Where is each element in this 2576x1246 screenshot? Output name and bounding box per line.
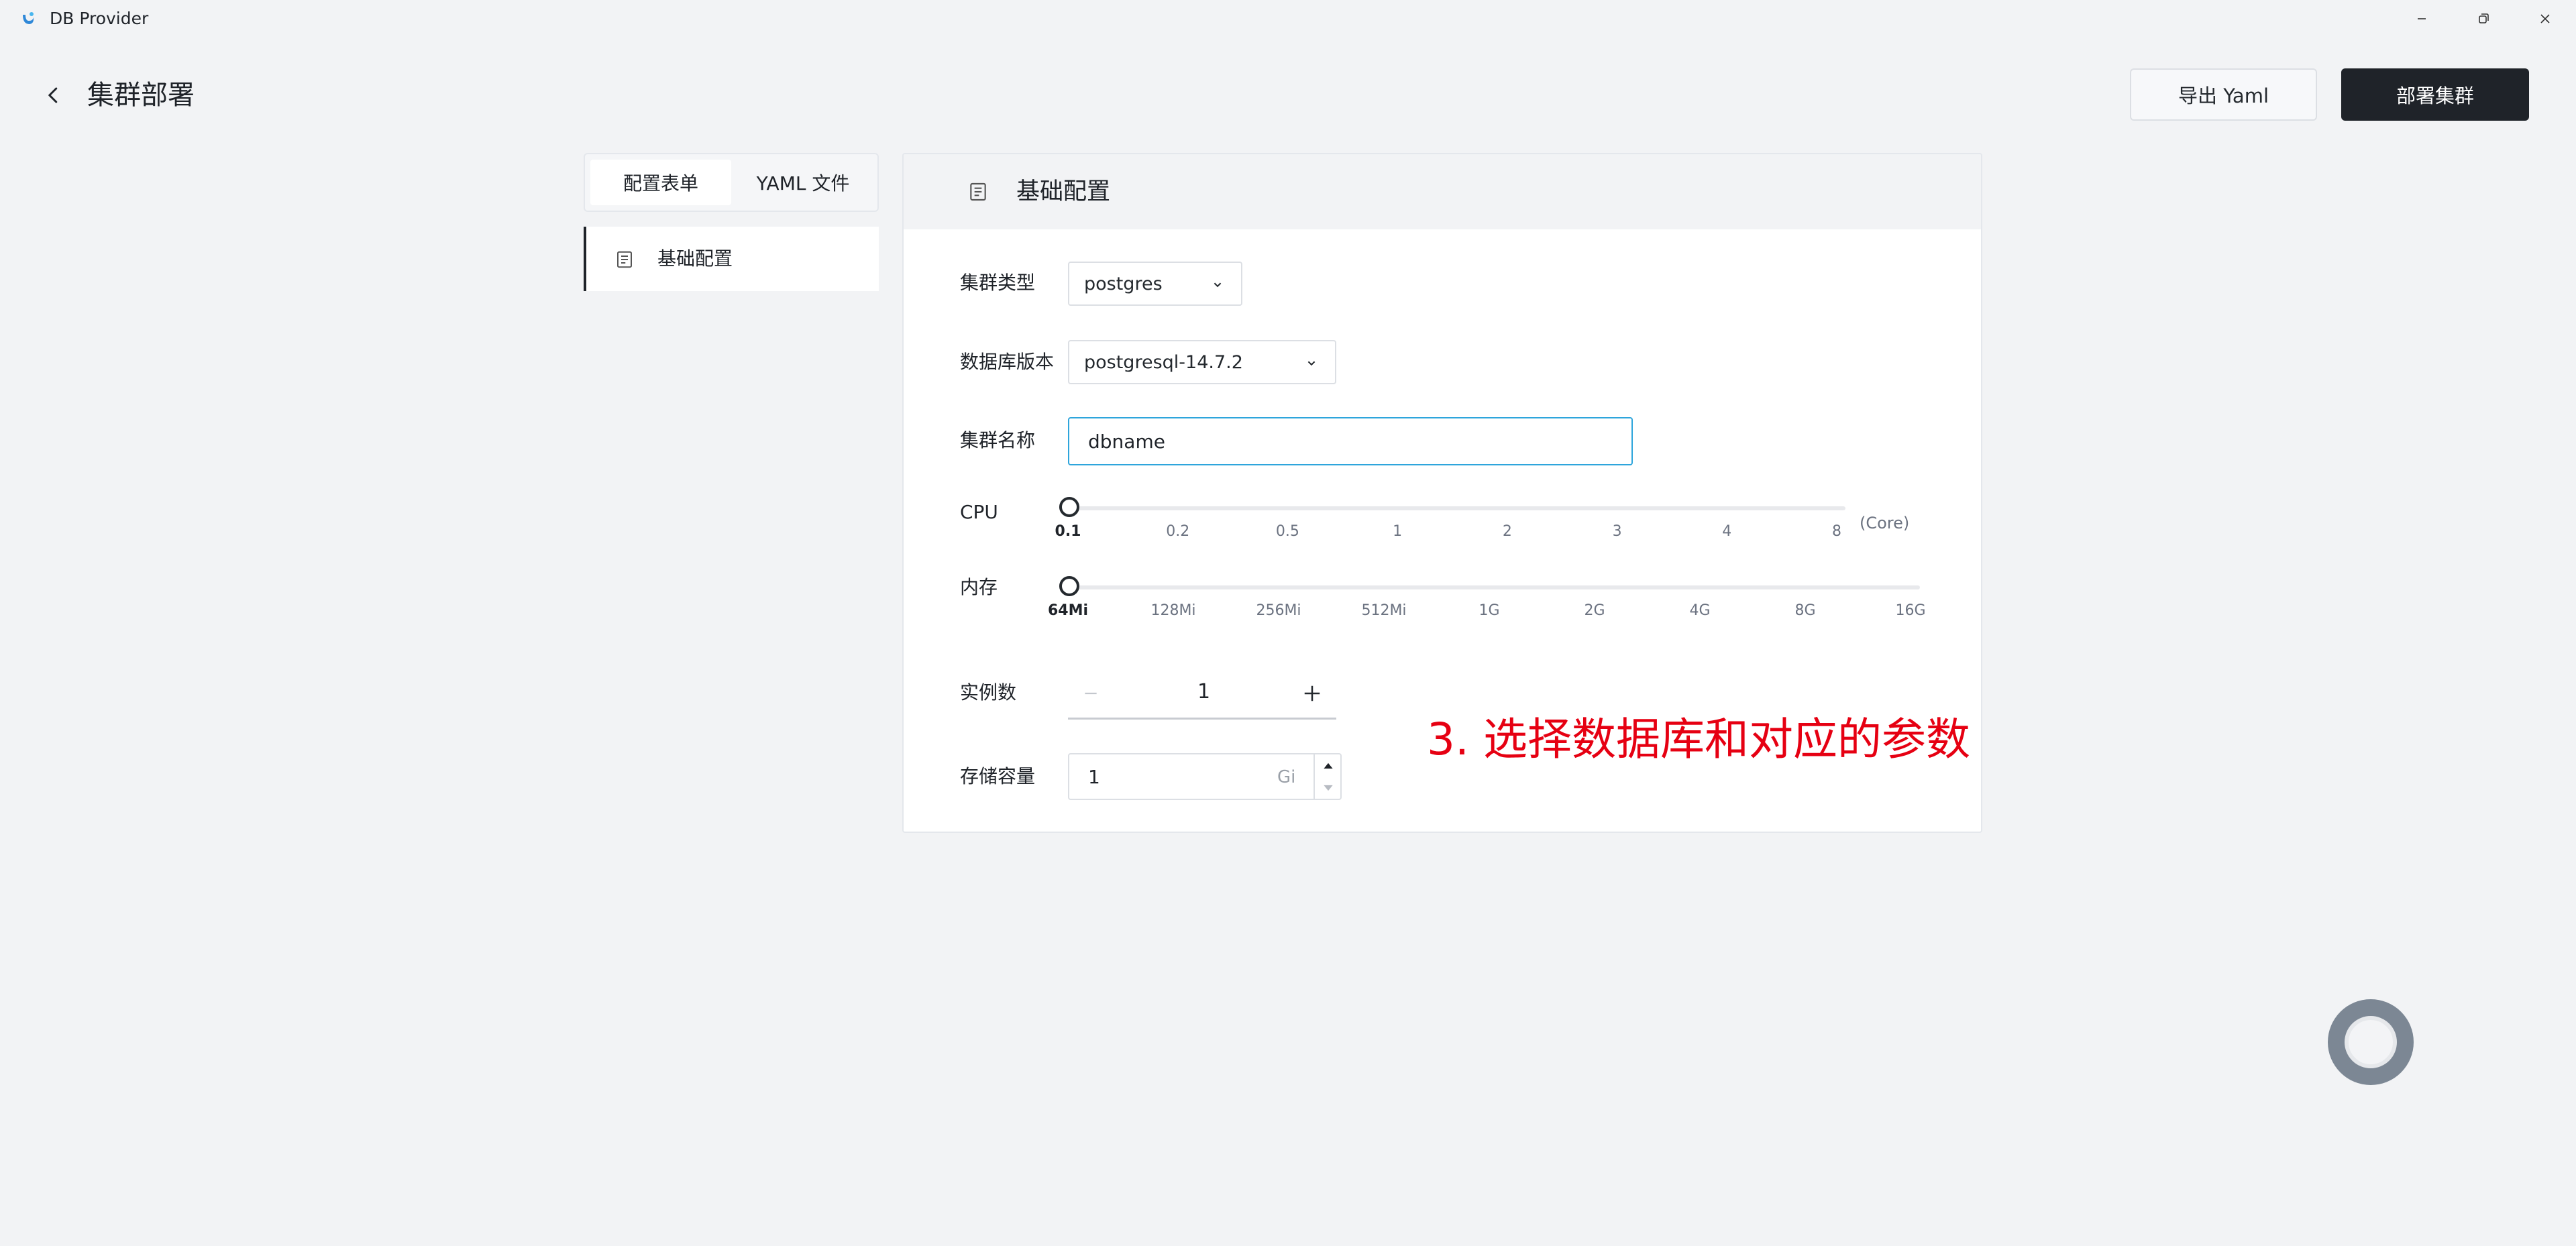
cpu-unit: (Core) — [1860, 514, 1910, 532]
storage-label: 存储容量 — [960, 765, 1036, 787]
cpu-tick-label[interactable]: 0.1 — [1055, 522, 1081, 542]
spin-up-button[interactable] — [1315, 754, 1342, 777]
tab-config-form[interactable]: 配置表单 — [590, 160, 731, 205]
cluster-type-label: 集群类型 — [960, 272, 1036, 294]
minimize-icon — [2418, 18, 2426, 19]
memory-slider-thumb[interactable] — [1059, 576, 1079, 596]
db-version-select[interactable]: postgresql-14.7.2 — [1068, 340, 1336, 384]
caret-down-icon — [1324, 785, 1333, 791]
instruction-annotation: 3. 选择数据库和对应的参数 — [1427, 714, 1970, 765]
nav-item-basic-config[interactable]: 基础配置 — [584, 227, 879, 291]
document-icon — [970, 182, 986, 201]
memory-tick-label[interactable]: 2G — [1584, 601, 1605, 621]
db-version-value: postgresql-14.7.2 — [1084, 352, 1243, 373]
restore-icon — [2479, 13, 2489, 23]
export-yaml-button[interactable]: 导出 Yaml — [2130, 68, 2317, 121]
config-tabs: 配置表单 YAML 文件 — [584, 153, 879, 212]
plus-icon — [1304, 685, 1320, 701]
close-button[interactable] — [2508, 0, 2576, 38]
cpu-tick-label[interactable]: 8 — [1832, 522, 1841, 542]
cluster-type-select[interactable]: postgres — [1068, 262, 1242, 306]
memory-tick-label[interactable]: 128Mi — [1150, 601, 1195, 621]
cluster-name-input[interactable] — [1068, 417, 1633, 465]
title-bar: DB Provider — [0, 0, 2576, 38]
cpu-slider-track[interactable] — [1075, 506, 1845, 510]
cpu-slider-thumb[interactable] — [1059, 497, 1079, 517]
minus-icon — [1085, 692, 1097, 695]
chevron-down-icon — [1214, 282, 1222, 288]
close-icon — [2540, 14, 2550, 23]
cpu-tick-label[interactable]: 3 — [1613, 522, 1622, 542]
cluster-type-value: postgres — [1084, 274, 1163, 294]
memory-label: 内存 — [960, 576, 998, 598]
cluster-name-label: 集群名称 — [960, 429, 1036, 451]
tab-yaml-file[interactable]: YAML 文件 — [733, 160, 873, 205]
storage-input[interactable]: 1 Gi — [1068, 753, 1342, 800]
memory-tick-label[interactable]: 64Mi — [1048, 601, 1088, 621]
storage-unit: Gi — [1277, 767, 1296, 787]
panel-title: 基础配置 — [1016, 178, 1111, 205]
app-title: DB Provider — [50, 9, 149, 28]
chevron-down-icon — [1307, 361, 1316, 366]
assistant-circle-icon — [2345, 1016, 2397, 1068]
replicas-stepper: 1 — [1068, 669, 1336, 720]
cpu-tick-label[interactable]: 0.5 — [1276, 522, 1299, 542]
back-button[interactable] — [39, 80, 68, 110]
floating-assistant-button[interactable] — [2328, 999, 2414, 1085]
caret-up-icon — [1324, 762, 1333, 769]
panel-header: 基础配置 — [904, 154, 1981, 229]
app-logo-icon — [23, 12, 34, 24]
back-arrow-icon — [48, 87, 58, 103]
increment-button[interactable] — [1297, 679, 1327, 708]
storage-spinner — [1313, 754, 1342, 799]
memory-tick-label[interactable]: 512Mi — [1361, 601, 1406, 621]
cpu-tick-label[interactable]: 4 — [1722, 522, 1731, 542]
decrement-button[interactable] — [1076, 679, 1106, 708]
spin-down-button[interactable] — [1315, 777, 1342, 799]
replicas-label: 实例数 — [960, 681, 1017, 703]
memory-slider-track[interactable] — [1075, 585, 1920, 589]
storage-value[interactable]: 1 — [1088, 764, 1100, 791]
deploy-cluster-button[interactable]: 部署集群 — [2341, 68, 2529, 121]
memory-tick-label[interactable]: 256Mi — [1256, 601, 1301, 621]
cpu-tick-label[interactable]: 1 — [1393, 522, 1402, 542]
cpu-tick-label[interactable]: 2 — [1503, 522, 1512, 542]
page-title: 集群部署 — [87, 80, 195, 111]
cpu-label: CPU — [960, 501, 998, 523]
memory-tick-label[interactable]: 1G — [1479, 601, 1499, 621]
cpu-tick-label[interactable]: 0.2 — [1166, 522, 1189, 542]
memory-tick-label[interactable]: 8G — [1794, 601, 1815, 621]
db-version-label: 数据库版本 — [960, 351, 1055, 373]
nav-item-label: 基础配置 — [657, 247, 733, 270]
memory-tick-label[interactable]: 16G — [1895, 601, 1925, 621]
memory-tick-label[interactable]: 4G — [1689, 601, 1710, 621]
replicas-value[interactable]: 1 — [1197, 679, 1210, 705]
document-icon — [617, 251, 632, 268]
